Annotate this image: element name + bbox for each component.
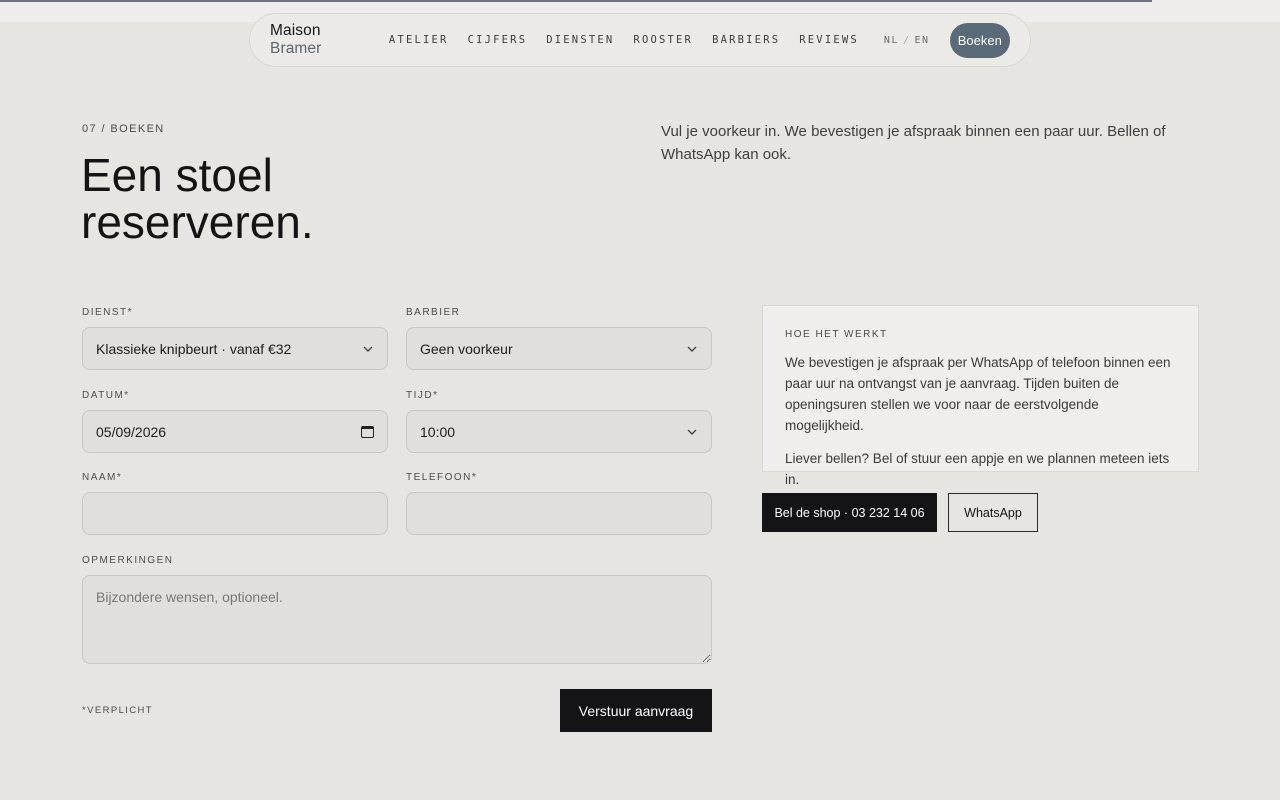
datum-value: 05/09/2026 [96,423,167,440]
barbier-value: Geen voorkeur [420,340,513,357]
page-title: Een stoel reserveren. [81,152,481,246]
intro-text: Vul je voorkeur in. We bevestigen je afs… [661,123,1166,163]
language-switch: NL / EN [884,35,930,46]
nav-link-diensten[interactable]: DIENSTEN [546,34,614,46]
section-eyebrow: 07 / BOEKEN [82,123,165,135]
how-paragraph-1: We bevestigen je afspraak per WhatsApp o… [785,355,1171,433]
how-title: HOE HET WERKT [785,329,888,340]
lang-separator: / [902,34,911,46]
calendar-icon[interactable] [361,425,374,438]
tijd-label: TIJD* [406,390,439,401]
opmerkingen-textarea[interactable] [82,575,712,664]
dienst-select[interactable]: Klassieke knipbeurt · vanaf €32 [82,327,388,370]
naam-input[interactable] [82,492,388,535]
datum-label: DATUM* [82,390,130,401]
datum-input[interactable]: 05/09/2026 [82,410,388,453]
dienst-value: Klassieke knipbeurt · vanaf €32 [96,340,292,357]
how-paragraph-2: Liever bellen? Bel of stuur een appje en… [785,451,1170,487]
lang-nl[interactable]: NL [884,35,899,46]
title-line-2: reserveren. [81,196,314,248]
tijd-select[interactable]: 10:00 [406,410,712,453]
brand-primary: Maison [270,22,321,39]
opmerkingen-label: OPMERKINGEN [82,555,174,566]
telefoon-label: TELEFOON* [406,472,478,483]
barbier-label: BARBIER [406,307,461,318]
brand-logo[interactable]: Maison Bramer [270,22,357,58]
nav-links: ATELIER CIJFERS DIENSTEN ROOSTER BARBIER… [389,34,878,46]
nav-book-button[interactable]: Boeken [949,22,1010,58]
top-nav: Maison Bramer ATELIER CIJFERS DIENSTEN R… [249,13,1031,67]
nav-link-cijfers[interactable]: CIJFERS [468,34,528,46]
required-note: *VERPLICHT [82,705,154,716]
nav-link-barbiers[interactable]: BARBIERS [712,34,780,46]
nav-link-rooster[interactable]: ROOSTER [633,34,693,46]
naam-label: NAAM* [82,472,123,483]
telefoon-input[interactable] [406,492,712,535]
chevron-down-icon [363,346,373,352]
submit-button[interactable]: Verstuur aanvraag [560,689,712,732]
nav-link-reviews[interactable]: REVIEWS [799,34,859,46]
whatsapp-button[interactable]: WhatsApp [948,493,1038,532]
nav-link-atelier[interactable]: ATELIER [389,34,449,46]
chevron-down-icon [687,429,697,435]
title-line-1: Een stoel [81,149,273,201]
how-it-works-card: HOE HET WERKT We bevestigen je afspraak … [762,305,1199,487]
barbier-select[interactable]: Geen voorkeur [406,327,712,370]
dienst-label: DIENST* [82,307,134,318]
brand-secondary: Bramer [270,40,322,57]
chevron-down-icon [687,346,697,352]
call-shop-button[interactable]: Bel de shop · 03 232 14 06 [762,493,937,532]
tijd-value: 10:00 [420,423,456,440]
lang-en[interactable]: EN [915,35,930,46]
scroll-progress-fill [0,0,1152,2]
